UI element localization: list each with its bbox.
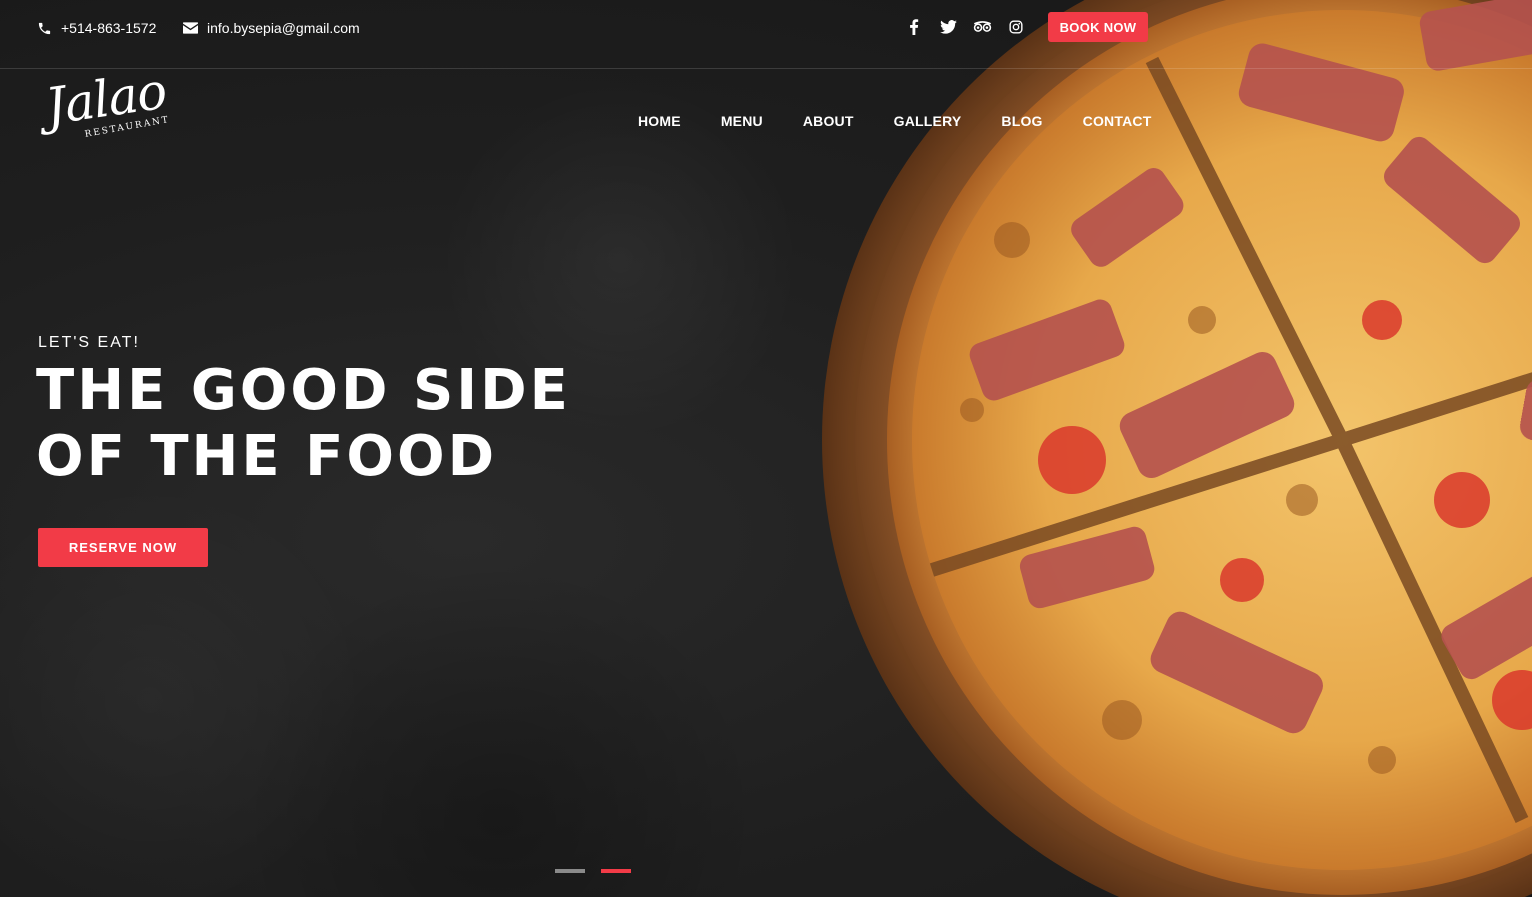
nav-contact[interactable]: CONTACT bbox=[1083, 113, 1152, 129]
slide-dot-2[interactable] bbox=[601, 869, 631, 873]
facebook-icon[interactable] bbox=[904, 17, 924, 37]
hero-eyebrow: LET'S EAT! bbox=[38, 334, 140, 351]
email-contact[interactable]: info.bysepia@gmail.com bbox=[183, 20, 360, 36]
phone-contact[interactable]: +514-863-1572 bbox=[37, 20, 156, 36]
phone-icon bbox=[37, 20, 53, 36]
email-text: info.bysepia@gmail.com bbox=[207, 20, 360, 36]
topbar: +514-863-1572 info.bysepia@gmail.com BOO… bbox=[0, 0, 1532, 69]
nav-home[interactable]: HOME bbox=[638, 113, 681, 129]
tripadvisor-icon[interactable] bbox=[972, 17, 992, 37]
phone-text: +514-863-1572 bbox=[61, 20, 157, 36]
headline-line-1: THE GOOD SIDE bbox=[36, 358, 571, 423]
envelope-icon bbox=[183, 20, 199, 36]
hero-headline: THE GOOD SIDE OF THE FOOD bbox=[36, 358, 571, 490]
instagram-icon[interactable] bbox=[1006, 17, 1026, 37]
nav-gallery[interactable]: GALLERY bbox=[894, 113, 962, 129]
social-links bbox=[904, 17, 1026, 37]
book-now-button[interactable]: BOOK NOW bbox=[1048, 12, 1148, 42]
slider-pagination bbox=[555, 869, 631, 873]
reserve-now-button[interactable]: RESERVE NOW bbox=[38, 528, 208, 567]
headline-line-2: OF THE FOOD bbox=[36, 424, 498, 489]
hero-page: +514-863-1572 info.bysepia@gmail.com BOO… bbox=[0, 0, 1532, 897]
main-nav: HOME MENU ABOUT GALLERY BLOG CONTACT bbox=[638, 113, 1151, 129]
nav-menu[interactable]: MENU bbox=[721, 113, 763, 129]
nav-blog[interactable]: BLOG bbox=[1001, 113, 1042, 129]
pizza-image bbox=[822, 0, 1532, 897]
twitter-icon[interactable] bbox=[938, 17, 958, 37]
nav-about[interactable]: ABOUT bbox=[803, 113, 854, 129]
slide-dot-1[interactable] bbox=[555, 869, 585, 873]
logo[interactable]: Jalao RESTAURANT bbox=[42, 62, 190, 164]
